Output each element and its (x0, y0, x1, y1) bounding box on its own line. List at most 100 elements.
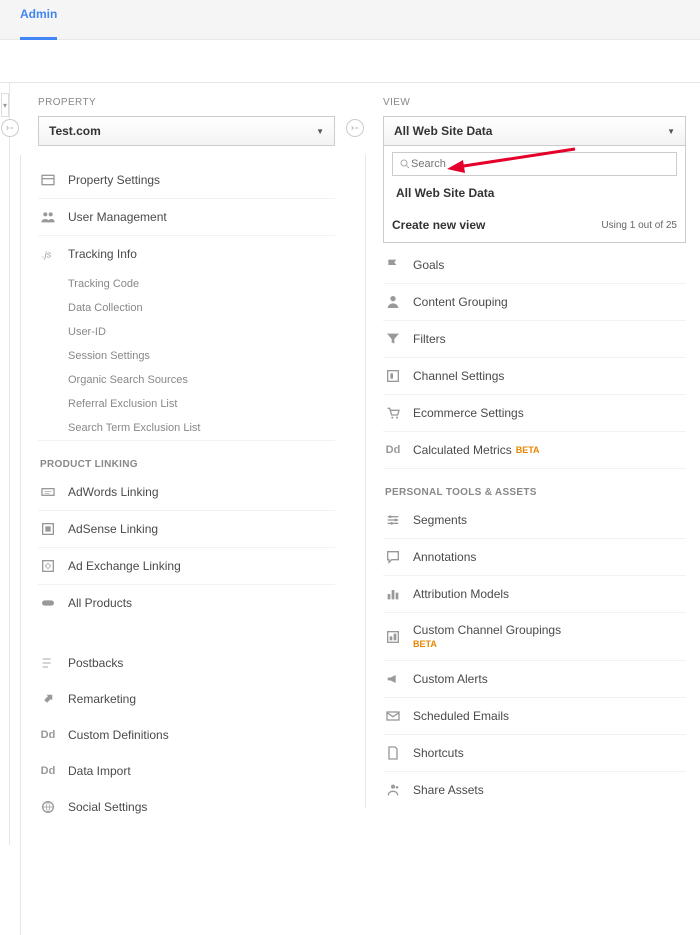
cart-icon (385, 405, 401, 421)
shortcuts-item[interactable]: Shortcuts (383, 735, 686, 772)
user-management-item[interactable]: User Management (38, 199, 335, 236)
property-selected-label: Test.com (49, 124, 101, 138)
adsense-linking-item[interactable]: AdSense Linking (38, 511, 335, 548)
label: Filters (413, 332, 446, 346)
label: Segments (413, 513, 467, 527)
main-area: ▾ PROPERTY Test.com ▼ Property Settings … (0, 82, 700, 845)
tracking-info-item[interactable]: .js Tracking Info (38, 236, 335, 272)
tracking-sub-item[interactable]: Data Collection (68, 296, 335, 320)
tracking-sub-item[interactable]: Tracking Code (68, 272, 335, 296)
calculated-metrics-item[interactable]: Dd Calculated Metrics BETA (383, 432, 686, 469)
divider-line (365, 155, 366, 808)
label: Custom Alerts (413, 672, 488, 686)
account-caret[interactable]: ▾ (1, 93, 9, 117)
label: Property Settings (68, 173, 160, 187)
tab-admin[interactable]: Admin (20, 0, 57, 40)
view-search-box[interactable] (392, 152, 677, 176)
property-menu: Property Settings User Management .js Tr… (38, 162, 335, 621)
caret-down-icon: ▼ (316, 127, 324, 136)
mail-icon (385, 708, 401, 724)
adexchange-linking-item[interactable]: Ad Exchange Linking (38, 548, 335, 585)
column-add-button[interactable] (346, 119, 364, 137)
goals-item[interactable]: Goals (383, 247, 686, 284)
label: AdSense Linking (68, 522, 158, 536)
link-icon (40, 595, 56, 611)
label: Shortcuts (413, 746, 464, 760)
top-bar: Admin (0, 0, 700, 40)
custom-alerts-item[interactable]: Custom Alerts (383, 661, 686, 698)
label: Data Import (68, 764, 131, 778)
ccg-item[interactable]: Custom Channel Groupings BETA (383, 613, 686, 661)
tracking-sub-item[interactable]: Search Term Exclusion List (68, 416, 335, 440)
adwords-linking-item[interactable]: AdWords Linking (38, 474, 335, 511)
view-column: VIEW All Web Site Data ▼ All Web Site Da… (355, 83, 700, 845)
exchange-icon (40, 558, 56, 574)
property-column: PROPERTY Test.com ▼ Property Settings Us… (10, 83, 355, 845)
content-grouping-item[interactable]: Content Grouping (383, 284, 686, 321)
label: Tracking Info (68, 247, 137, 261)
scheduled-emails-item[interactable]: Scheduled Emails (383, 698, 686, 735)
adwords-icon (40, 484, 56, 500)
property-header: PROPERTY (38, 97, 335, 108)
label: Calculated Metrics (413, 443, 512, 457)
view-header: VIEW (383, 97, 686, 108)
label: Content Grouping (413, 295, 508, 309)
tracking-sub-item[interactable]: User-ID (68, 320, 335, 344)
segments-item[interactable]: Segments (383, 502, 686, 539)
megaphone-icon (385, 671, 401, 687)
postbacks-item[interactable]: Postbacks (38, 645, 335, 681)
bars-icon (385, 586, 401, 602)
create-view-row: Create new view Using 1 out of 25 (392, 210, 677, 232)
segments-icon (385, 512, 401, 528)
all-products-item[interactable]: All Products (38, 585, 335, 621)
remarketing-item[interactable]: Remarketing (38, 681, 335, 717)
dd-icon: Dd (385, 442, 401, 458)
view-usage-count: Using 1 out of 25 (601, 220, 677, 231)
label-stacked: Custom Channel Groupings BETA (413, 623, 561, 650)
caret-down-icon: ▼ (667, 127, 675, 136)
view-option[interactable]: All Web Site Data (392, 176, 677, 210)
tracking-sub-item[interactable]: Referral Exclusion List (68, 392, 335, 416)
person-icon (385, 294, 401, 310)
account-stub-column: ▾ (0, 83, 10, 845)
tracking-sub-item[interactable]: Session Settings (68, 344, 335, 368)
label: Remarketing (68, 692, 136, 706)
property-selector[interactable]: Test.com ▼ (38, 116, 335, 146)
label: Ecommerce Settings (413, 406, 524, 420)
tracking-sub-item[interactable]: Organic Search Sources (68, 368, 335, 392)
tracking-sub-items: Tracking Code Data Collection User-ID Se… (38, 272, 335, 440)
channel-settings-item[interactable]: Channel Settings (383, 358, 686, 395)
custom-definitions-item[interactable]: Dd Custom Definitions (38, 717, 335, 753)
label: Annotations (413, 550, 476, 564)
column-add-button[interactable] (1, 119, 19, 137)
search-input[interactable] (411, 158, 670, 170)
label: Attribution Models (413, 587, 509, 601)
data-import-item[interactable]: Dd Data Import (38, 753, 335, 789)
code-icon: .js (40, 246, 56, 262)
users-icon (40, 209, 56, 225)
annotations-item[interactable]: Annotations (383, 539, 686, 576)
dd-icon: Dd (40, 727, 56, 743)
beta-badge: BETA (516, 445, 540, 455)
spacer (0, 40, 700, 82)
adsense-icon (40, 521, 56, 537)
label: AdWords Linking (68, 485, 159, 499)
property-settings-item[interactable]: Property Settings (38, 162, 335, 199)
chat-icon (385, 549, 401, 565)
create-new-view-link[interactable]: Create new view (392, 218, 485, 232)
view-selected-label: All Web Site Data (394, 124, 492, 138)
search-icon (399, 158, 411, 170)
filters-item[interactable]: Filters (383, 321, 686, 358)
product-linking-label: PRODUCT LINKING (38, 441, 335, 474)
social-settings-item[interactable]: Social Settings (38, 789, 335, 825)
label: User Management (68, 210, 167, 224)
share-assets-item[interactable]: Share Assets (383, 772, 686, 808)
attribution-item[interactable]: Attribution Models (383, 576, 686, 613)
group-icon (385, 629, 401, 645)
svg-text:.js: .js (42, 249, 52, 259)
label: Ad Exchange Linking (68, 559, 181, 573)
property-extras: Postbacks Remarketing Dd Custom Definiti… (38, 645, 335, 825)
ecommerce-settings-item[interactable]: Ecommerce Settings (383, 395, 686, 432)
view-selector[interactable]: All Web Site Data ▼ (383, 116, 686, 146)
label: Goals (413, 258, 444, 272)
